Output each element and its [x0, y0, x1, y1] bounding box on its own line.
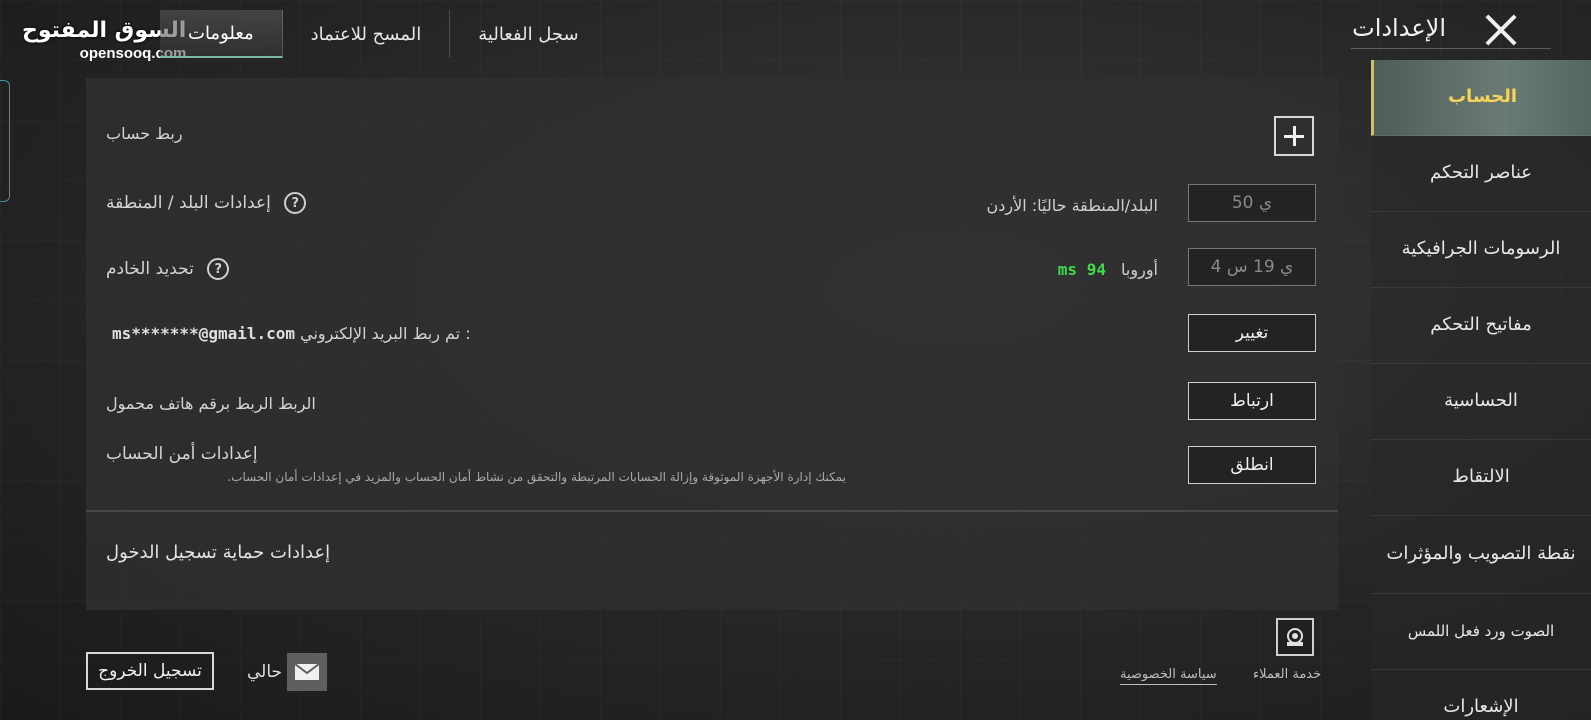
server-current-wrap: أوروبا 94 ms — [1058, 260, 1158, 279]
envelope-icon — [294, 663, 320, 680]
mail-icon[interactable] — [287, 653, 327, 691]
email-value: ms*******@gmail.com — [112, 324, 296, 343]
settings-sidebar: الحساب عناصر التحكم الرسومات الجرافيكية … — [1371, 60, 1591, 720]
top-bar: السوق المفتوح opensooq.com معلومات المسح… — [0, 0, 1591, 62]
customer-service-label: خدمة العملاء — [1253, 667, 1322, 682]
sidebar-item-controls[interactable]: عناصر التحكم — [1371, 136, 1591, 212]
headset-icon — [1287, 628, 1303, 646]
tab-verification[interactable]: المسح للاعتماد — [283, 10, 451, 58]
region-label-wrap: إعدادات البلد / المنطقة ? — [106, 192, 307, 214]
section-divider — [86, 510, 1338, 512]
region-label: إعدادات البلد / المنطقة — [106, 193, 271, 213]
phone-label: الربط الربط برقم هاتف محمول — [106, 394, 316, 413]
server-change-button[interactable]: 4 ي 19 س — [1188, 248, 1316, 286]
sidebar-item-account[interactable]: الحساب — [1371, 60, 1591, 136]
status-label: حالي — [247, 662, 283, 682]
tab-activity-log[interactable]: سجل الفعالية — [450, 10, 606, 58]
security-description: يمكنك إدارة الأجهزة الموثوقة وإزالة الحس… — [227, 470, 846, 484]
sidebar-item-graphics[interactable]: الرسومات الجرافيكية — [1371, 212, 1591, 288]
email-label: تم ربط البريد الإلكتروني : — [300, 324, 471, 343]
login-protection-title: إعدادات حماية تسجيل الدخول — [106, 542, 331, 563]
account-panel: ربط حساب إعدادات البلد / المنطقة ? البلد… — [86, 78, 1338, 610]
tab-bar: معلومات المسح للاعتماد سجل الفعالية — [160, 10, 607, 58]
server-label-wrap: تحديد الخادم ? — [106, 258, 230, 280]
server-region: أوروبا — [1121, 260, 1158, 279]
privacy-policy-link[interactable]: سياسة الخصوصية — [1120, 667, 1217, 685]
link-phone-button[interactable]: ارتباط — [1188, 382, 1316, 420]
add-account-button[interactable] — [1274, 116, 1314, 156]
help-icon[interactable]: ? — [284, 192, 307, 214]
server-ping: 94 ms — [1057, 260, 1106, 279]
sidebar-item-audio-haptics[interactable]: الصوت ورد فعل اللمس — [1371, 594, 1591, 670]
sidebar-item-notifications[interactable]: الإشعارات — [1371, 670, 1591, 720]
email-label-wrap: ms*******@gmail.com تم ربط البريد الإلكت… — [106, 324, 471, 343]
change-email-button[interactable]: تغيير — [1188, 314, 1316, 352]
region-current: البلد/المنطقة حاليًا: الأردن — [986, 196, 1158, 215]
customer-service-icon[interactable] — [1276, 618, 1314, 656]
help-icon[interactable]: ? — [207, 258, 230, 280]
region-change-button[interactable]: 50 ي — [1188, 184, 1316, 222]
title-divider — [1351, 48, 1551, 49]
sidebar-item-crosshair[interactable]: نقطة التصويب والمؤثرات — [1371, 516, 1591, 594]
security-label: إعدادات أمن الحساب — [106, 444, 258, 464]
sidebar-item-sensitivity[interactable]: الحساسية — [1371, 364, 1591, 440]
sidebar-item-pickup[interactable]: الالتقاط — [1371, 440, 1591, 516]
sidebar-item-control-keys[interactable]: مفاتيح التحكم — [1371, 288, 1591, 364]
link-account-label: ربط حساب — [106, 124, 183, 143]
server-label: تحديد الخادم — [106, 259, 194, 279]
left-edge-frame — [0, 80, 10, 202]
page-title: الإعدادات — [1352, 14, 1446, 42]
logout-button[interactable]: تسجيل الخروج — [86, 652, 214, 690]
tab-info[interactable]: معلومات — [160, 10, 283, 58]
security-go-button[interactable]: انطلق — [1188, 446, 1316, 484]
close-icon[interactable] — [1483, 12, 1519, 48]
